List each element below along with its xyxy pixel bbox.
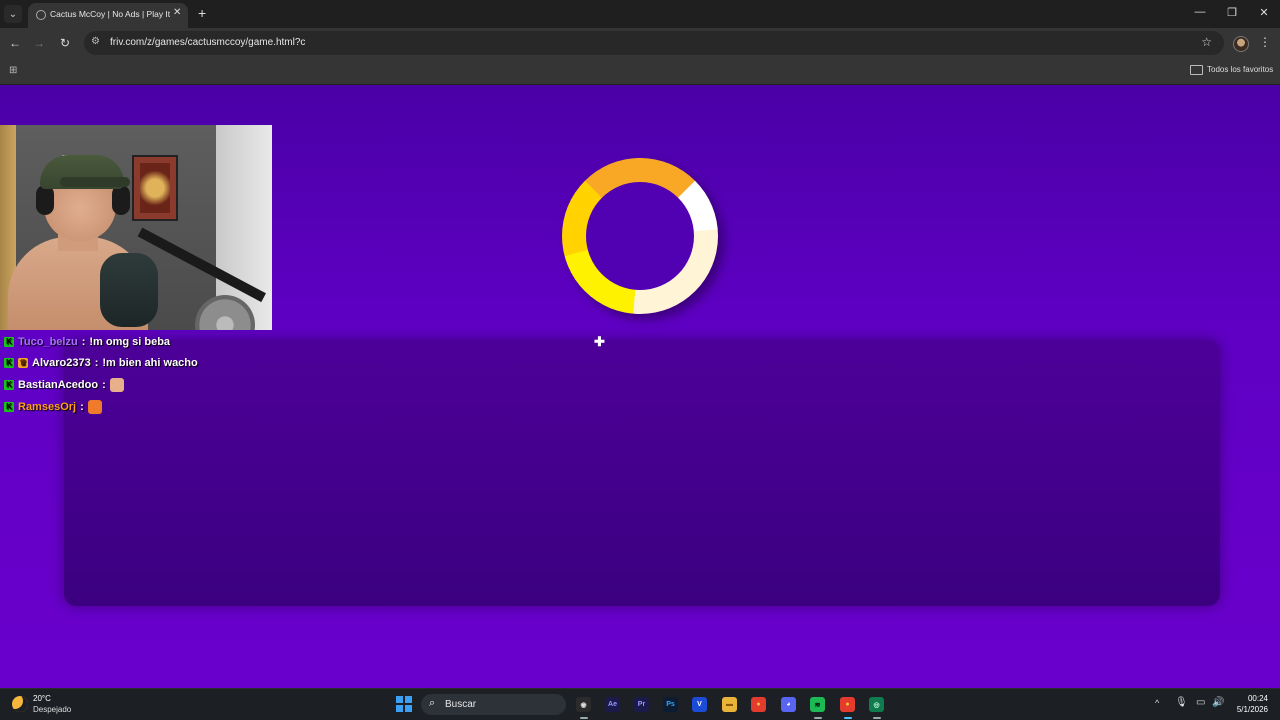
running-indicator — [580, 717, 588, 719]
chat-separator: : — [81, 336, 86, 348]
chat-message: K Tuco_belzu : !m omg si beba — [4, 336, 170, 348]
chat-text: !m bien ahi wacho — [102, 357, 198, 369]
crown-badge-icon: ♛ — [18, 358, 28, 368]
tab-search-button[interactable]: ⌄ — [4, 5, 22, 23]
file-explorer-icon[interactable]: ▬ — [722, 697, 737, 712]
folder-icon[interactable] — [1190, 65, 1203, 75]
chat-username: BastianAcedoo — [18, 379, 99, 391]
network-icon[interactable]: ▭ — [1196, 697, 1205, 708]
poster-art — [140, 163, 170, 213]
headphone-left — [36, 185, 54, 215]
bookmark-star-icon[interactable]: ☆ — [1201, 35, 1212, 49]
kick-badge-icon: K — [4, 402, 14, 412]
chat-text: !m omg si beba — [89, 336, 171, 348]
poster — [132, 155, 178, 221]
kick-badge-icon: K — [4, 380, 14, 390]
clock-date[interactable]: 5/1/2026 — [1228, 705, 1268, 714]
new-tab-button[interactable]: + — [198, 5, 206, 21]
mouse-cursor-icon: ✚ — [594, 334, 605, 349]
show-hidden-icons-icon[interactable]: ^ — [1155, 698, 1159, 708]
url-text[interactable]: friv.com/z/games/cactusmccoy/game.html?c — [110, 37, 305, 48]
chat-message: K BastianAcedoo : — [4, 378, 124, 392]
site-info-icon[interactable]: ⚙ — [91, 36, 100, 47]
kick-badge-icon: K — [4, 358, 14, 368]
chat-separator: : — [102, 379, 106, 391]
browser-toolbar: ← → ↻ ⚙ friv.com/z/games/cactusmccoy/gam… — [0, 28, 1280, 58]
chat-username: RamsesOrj — [18, 401, 77, 413]
tab-strip: ⌄ Cactus McCoy | No Ads | Play It At ✕ +… — [0, 0, 1280, 28]
running-indicator — [844, 717, 852, 719]
apps-grid-icon[interactable]: ⊞ — [9, 65, 17, 76]
bookmarks-bar: ⊞ Todos los favoritos — [0, 58, 1280, 85]
tab-title: Cactus McCoy | No Ads | Play It At — [50, 9, 170, 19]
kick-badge-icon: K — [4, 337, 14, 347]
tab-close-icon[interactable]: ✕ — [173, 7, 181, 18]
game-frame[interactable] — [64, 340, 1220, 606]
profile-avatar[interactable] — [1233, 36, 1249, 52]
address-bar[interactable]: ⚙ friv.com/z/games/cactusmccoy/game.html… — [84, 31, 1224, 55]
chat-emote-icon — [87, 400, 102, 414]
chat-username: Alvaro2373 — [32, 357, 91, 369]
loading-spinner — [562, 158, 718, 314]
spotify-icon[interactable]: ≋ — [810, 697, 825, 712]
volume-icon[interactable]: 🔊 — [1212, 697, 1224, 708]
taskbar-apps: ◉ Ae Pr Ps V ▬ ● ◕ ≋ ● ◎ — [0, 689, 1280, 720]
chat-username: Tuco_belzu — [18, 336, 78, 348]
tab-favicon-icon — [36, 10, 46, 20]
premiere-icon[interactable]: Pr — [634, 697, 649, 712]
chat-separator: : — [80, 401, 84, 413]
webcam-overlay — [0, 125, 272, 330]
headphone-right — [112, 185, 130, 215]
discord-icon[interactable]: ◕ — [781, 697, 796, 712]
browser-menu-icon[interactable]: ⋮ — [1259, 35, 1271, 49]
chrome-active-icon[interactable]: ● — [840, 697, 855, 712]
chat-message: K ♛ Alvaro2373 : !m bien ahi wacho — [4, 357, 198, 369]
cap-brim — [60, 177, 130, 187]
chat-message: K RamsesOrj : — [4, 400, 102, 414]
chat-separator: : — [94, 357, 99, 369]
vpn-icon[interactable]: ◎ — [869, 697, 884, 712]
restore-button[interactable]: ❐ — [1222, 6, 1242, 19]
running-indicator — [814, 717, 822, 719]
taskbar: 20°C Despejado ⌕ Buscar ◉ Ae Pr Ps V ▬ ● ◕ ≋ ● ◎ ^… — [0, 688, 1280, 720]
reload-button[interactable]: ↻ — [57, 36, 73, 50]
microphone — [100, 253, 158, 327]
chat-emote-icon — [109, 378, 124, 392]
running-indicator — [873, 717, 881, 719]
close-window-button[interactable]: ✕ — [1254, 6, 1274, 19]
obs-icon[interactable]: ◉ — [576, 697, 591, 712]
browser-tab[interactable]: Cactus McCoy | No Ads | Play It At ✕ — [28, 3, 188, 28]
clock-time[interactable]: 00:24 — [1240, 694, 1268, 703]
back-button[interactable]: ← — [7, 36, 23, 50]
after-effects-icon[interactable]: Ae — [605, 697, 620, 712]
photoshop-icon[interactable]: Ps — [663, 697, 678, 712]
chrome-icon[interactable]: ● — [751, 697, 766, 712]
game-page: ✚ K Tuco_belzu : !m omg si beba K ♛ Alva… — [0, 85, 1280, 688]
forward-button[interactable]: → — [31, 36, 47, 50]
loading-spinner-center — [586, 182, 694, 290]
all-bookmarks-link[interactable]: Todos los favoritos — [1207, 65, 1273, 74]
microphone-icon[interactable]: 🎙 — [1175, 697, 1188, 708]
vegas-icon[interactable]: V — [692, 697, 707, 712]
minimize-button[interactable]: — — [1190, 6, 1210, 18]
